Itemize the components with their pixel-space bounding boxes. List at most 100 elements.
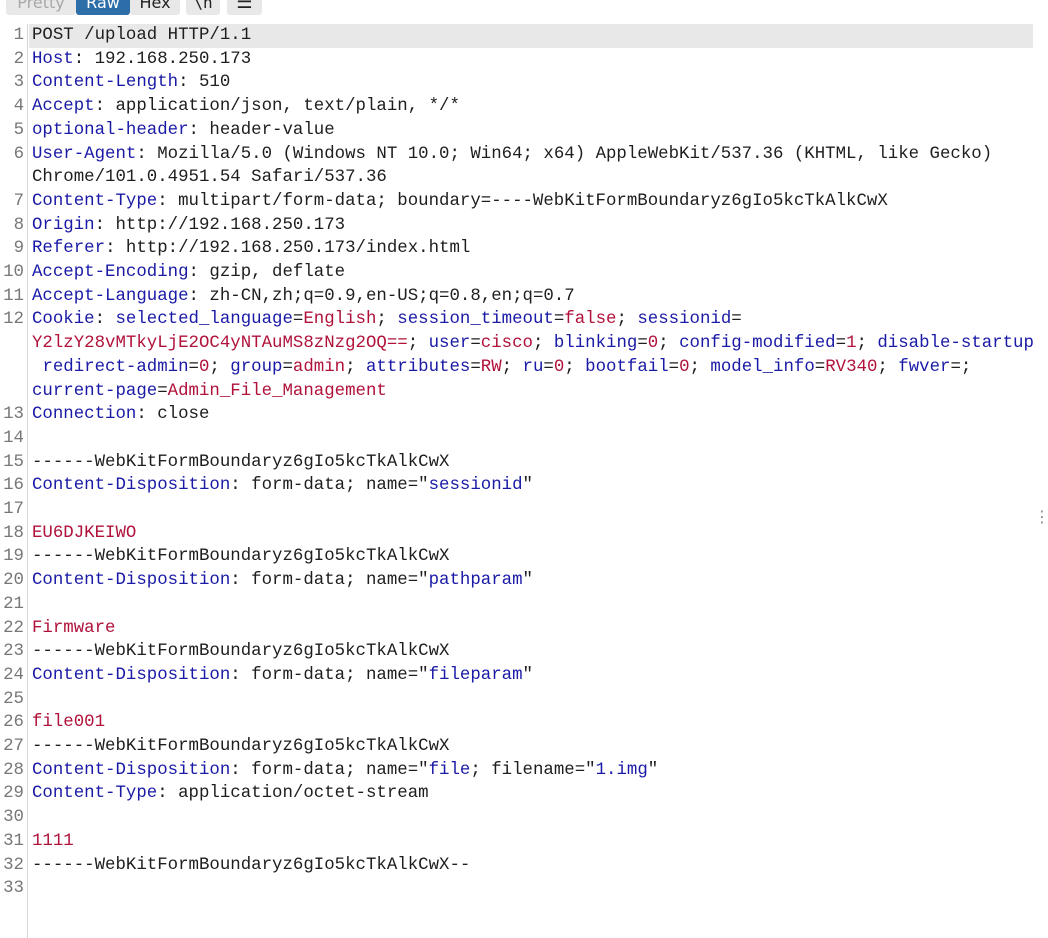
cookie-key: selected_language <box>115 310 293 330</box>
tab-hex[interactable]: Hex <box>130 0 180 15</box>
cookie-value: 0 <box>679 357 690 377</box>
part-name: sessionid <box>428 476 523 496</box>
cookie-line: Cookie: selected_language=English; sessi… <box>32 310 742 330</box>
header-name: Origin <box>32 215 95 235</box>
header-value: gzip, deflate <box>198 263 346 282</box>
cookie-value: Y2lzY28vMTkyLjE2OC4yNTAuMS8zNzg2OQ== <box>32 334 408 354</box>
header-value: header-value <box>198 120 335 140</box>
line-number: 22 <box>3 618 24 638</box>
header-value: form-data; name=" <box>240 665 429 685</box>
line-number: 19 <box>3 547 24 567</box>
cookie-key: fwver <box>898 357 951 377</box>
cookie-line-wrapped: redirect-admin=0; group=admin; attribute… <box>42 357 972 377</box>
cookie-key: user <box>428 334 471 354</box>
part-value: 1111 <box>32 831 74 851</box>
editor-scroll-rail[interactable] <box>1034 0 1048 938</box>
header-line: Accept: application/json, text/plain, */… <box>32 97 460 117</box>
cookie-value: Admin_File_Management <box>167 381 387 401</box>
content-disposition-line: Content-Disposition: form-data; name="fi… <box>32 665 533 685</box>
line-number: 15 <box>3 452 24 472</box>
cookie-value: English <box>303 310 377 330</box>
line-number: 14 <box>3 428 24 448</box>
line-number: 7 <box>13 191 24 211</box>
cookie-key: session_timeout <box>397 310 554 330</box>
line-number: 29 <box>3 784 24 804</box>
line-number: 30 <box>3 808 24 828</box>
header-line: Content-Type: application/octet-stream <box>32 784 429 804</box>
part-value: EU6DJKEIWO <box>32 523 137 543</box>
cookie-line-wrapped: current-page=Admin_File_Management <box>32 381 387 401</box>
cookie-value: 0 <box>553 357 565 377</box>
part-name: pathparam <box>428 571 523 591</box>
header-name: Cookie <box>32 310 95 330</box>
tab-pretty[interactable]: Pretty <box>6 0 76 15</box>
header-value: form-data; name=" <box>240 476 429 496</box>
header-value: form-data; name=" <box>240 571 429 591</box>
line-number: 9 <box>13 239 24 259</box>
header-line: Connection: close <box>32 405 210 425</box>
header-name: Host <box>32 49 74 69</box>
line-number: 17 <box>3 500 24 519</box>
header-line: optional-header: header-value <box>32 120 335 140</box>
header-value: zh-CN,zh;q=0.9,en-US;q=0.8,en;q=0.7 <box>198 286 575 306</box>
header-line: Host: 192.168.250.173 <box>32 49 252 69</box>
line-number: 18 <box>3 523 24 543</box>
line-number: 1 <box>13 26 24 45</box>
header-value: 192.168.250.173 <box>84 49 252 69</box>
cookie-value: false <box>564 310 617 330</box>
header-line: Referer: http://192.168.250.173/index.ht… <box>32 239 471 259</box>
line-number: 32 <box>3 855 24 875</box>
line-number: 6 <box>13 144 24 164</box>
raw-request-editor[interactable]: 1 2 3 4 5 6 7 8 9 10 11 12 13 14 15 16 1… <box>0 24 1048 938</box>
line-number: 21 <box>3 594 24 614</box>
multipart-boundary: ------WebKitFormBoundaryz6gIo5kcTkAlkCwX <box>32 642 450 662</box>
content-disposition-line: Content-Disposition: form-data; name="fi… <box>32 760 659 780</box>
cookie-key: bootfail <box>585 357 669 377</box>
cookie-value: admin <box>292 357 346 377</box>
quote: " <box>522 665 533 685</box>
line-number: 31 <box>3 831 24 851</box>
multipart-boundary: ------WebKitFormBoundaryz6gIo5kcTkAlkCwX <box>32 452 450 472</box>
multipart-boundary: ------WebKitFormBoundaryz6gIo5kcTkAlkCwX <box>32 547 450 567</box>
cookie-key: redirect-admin <box>42 357 189 377</box>
header-value: Mozilla/5.0 (Windows NT 10.0; Win64; x64… <box>146 144 993 164</box>
header-name: Content-Disposition <box>32 665 231 685</box>
header-name: Accept <box>32 97 95 117</box>
header-value: application/octet-stream <box>167 784 429 804</box>
line-number: 26 <box>3 713 24 733</box>
line-number: 33 <box>3 879 24 899</box>
editor-toolbar: Pretty Raw Hex \n ☰ <box>0 0 1048 16</box>
quote: " <box>522 476 533 496</box>
line-number: 27 <box>3 737 24 756</box>
header-name: Referer <box>32 239 106 259</box>
line-number: 4 <box>13 97 24 117</box>
part-value: file001 <box>32 713 106 733</box>
line-number: 24 <box>3 665 24 685</box>
line-number: 5 <box>13 120 24 140</box>
part-filename: 1.img <box>595 760 648 780</box>
line-number: 2 <box>13 49 24 69</box>
multipart-boundary: ------WebKitFormBoundaryz6gIo5kcTkAlkCwX <box>32 737 450 756</box>
cookie-value: 0 <box>198 357 210 377</box>
header-value: application/json, text/plain, */* <box>105 97 460 117</box>
line-number: 10 <box>3 263 24 282</box>
show-newlines-button[interactable]: \n <box>186 0 220 15</box>
content-disposition-line: Content-Disposition: form-data; name="pa… <box>32 571 533 591</box>
cookie-key: attributes <box>365 357 471 377</box>
header-value: multipart/form-data; boundary=----WebKit… <box>167 191 888 211</box>
more-options-icon[interactable]: ⋮ <box>1034 509 1048 534</box>
header-name: optional-header <box>32 120 189 140</box>
header-value: http://192.168.250.173/index.html <box>115 239 471 259</box>
header-name: Accept-Encoding <box>32 263 189 282</box>
header-line: Accept-Language: zh-CN,zh;q=0.9,en-US;q=… <box>32 286 575 306</box>
cookie-key: sessionid <box>637 310 732 330</box>
line-number: 12 <box>3 310 24 330</box>
header-name: Content-Disposition <box>32 571 231 591</box>
tab-raw[interactable]: Raw <box>76 0 130 15</box>
header-value: form-data; name=" <box>240 760 429 780</box>
quote: " <box>522 571 533 591</box>
line-number: 28 <box>3 760 24 780</box>
cookie-key: model_info <box>710 357 815 377</box>
line-number: 13 <box>3 405 24 425</box>
hamburger-menu-icon[interactable]: ☰ <box>227 0 262 15</box>
